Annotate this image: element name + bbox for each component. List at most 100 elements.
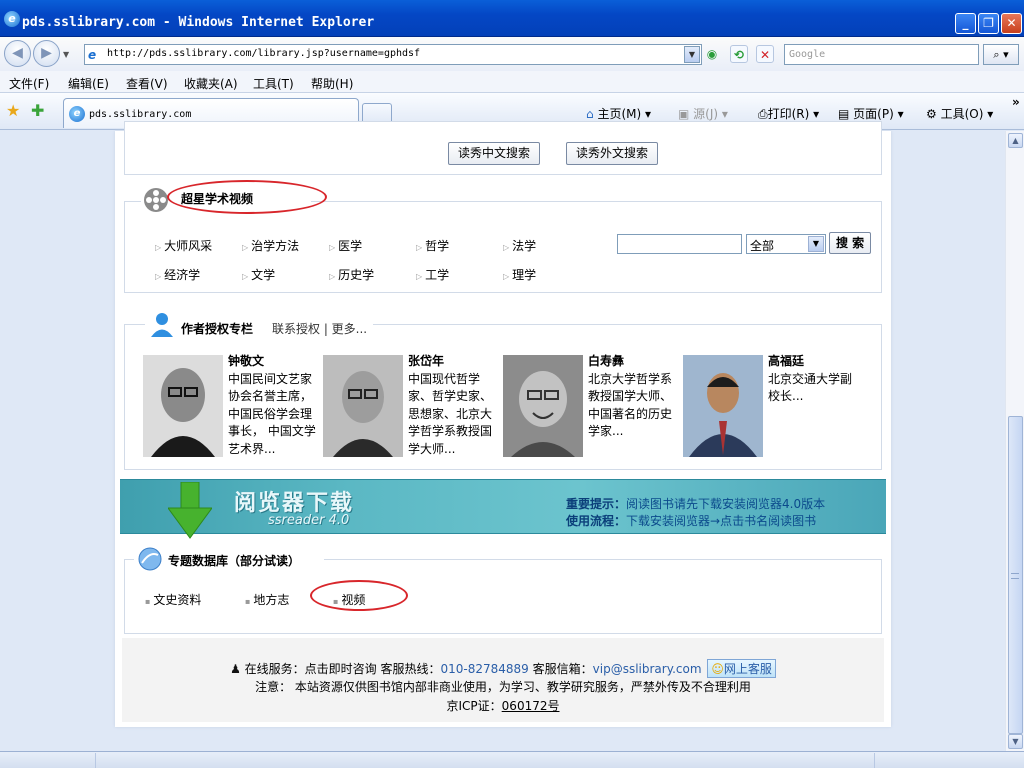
scroll-grip <box>1011 573 1019 579</box>
author-desc: 中国民间文艺家协会名誉主席，中国民俗学会理事长， 中国文学艺术界... <box>228 371 316 456</box>
video-category-medicine[interactable]: ▷ 医学 <box>329 237 362 254</box>
author-photo-2[interactable] <box>323 355 403 457</box>
author-card-2[interactable]: 张岱年 中国现代哲学家、哲学史家、思想家、北京大学哲学系教授国学大师... <box>408 353 500 458</box>
print-button[interactable]: ⎙打印(R) ▾ <box>758 105 819 122</box>
author-photo-4[interactable] <box>683 355 763 457</box>
printer-icon: ⎙ <box>758 107 768 121</box>
add-favorite-icon[interactable]: ✚ <box>31 101 44 120</box>
reader-download-banner[interactable]: 阅览器下载 ssreader 4.0 重要提示：阅读图书请先下载安装阅览器4.0… <box>120 479 886 539</box>
author-desc: 北京交通大学副校长... <box>768 371 853 404</box>
tab-title: pds.sslibrary.com <box>89 109 192 120</box>
footer-service-line: ♟ 在线服务：点击即时咨询 客服热线：010-82784889 客服信箱：vip… <box>122 659 884 678</box>
minimize-button[interactable]: _ <box>955 13 976 34</box>
video-category-engineering[interactable]: ▷ 工学 <box>416 266 449 283</box>
address-url: http://pds.sslibrary.com/library.jsp?use… <box>107 48 421 59</box>
highlight-oval-video-link <box>310 580 408 611</box>
banner-tip: 重要提示：阅读图书请先下载安装阅览器4.0版本 <box>566 497 826 511</box>
menu-file[interactable]: 文件(F) <box>9 75 49 92</box>
video-category-masters[interactable]: ▷ 大师风采 <box>155 237 212 254</box>
compatibility-icon[interactable]: ◉ <box>703 45 721 63</box>
author-photo-3[interactable] <box>503 355 583 457</box>
video-category-methods[interactable]: ▷ 治学方法 <box>242 237 299 254</box>
favorites-star-icon[interactable]: ★ <box>6 101 20 120</box>
page-menu-icon: ▤ <box>838 107 850 121</box>
search-input[interactable]: Google <box>784 44 979 65</box>
banner-flow: 使用流程：下载安装阅览器→点击书名阅读图书 <box>566 514 817 528</box>
icp-link[interactable]: 060172号 <box>502 699 560 713</box>
page-icon: e <box>88 48 97 62</box>
ie-logo-icon: e <box>4 11 20 27</box>
menu-help[interactable]: 帮助(H) <box>311 75 353 92</box>
online-support-button[interactable]: ☺网上客服 <box>707 659 776 678</box>
author-card-1[interactable]: 钟敬文 中国民间文艺家协会名誉主席，中国民俗学会理事长， 中国文学艺术界... <box>228 353 320 458</box>
address-dropdown-icon[interactable]: ▼ <box>684 46 700 63</box>
footer-icp: 京ICP证：060172号 <box>446 699 560 713</box>
video-category-science[interactable]: ▷ 理学 <box>503 266 536 283</box>
smiley-icon: ☺ <box>711 662 724 676</box>
address-bar[interactable]: e http://pds.sslibrary.com/library.jsp?u… <box>84 44 702 65</box>
video-search-button[interactable]: 搜 索 <box>829 232 872 254</box>
special-db-local-chronicles[interactable]: ▪ 地方志 <box>245 591 289 608</box>
close-button[interactable]: ✕ <box>1001 13 1022 34</box>
video-category-philosophy[interactable]: ▷ 哲学 <box>416 237 449 254</box>
refresh-icon[interactable]: ⟲ <box>730 45 748 63</box>
video-category-select[interactable]: 全部 ▼ <box>746 234 826 254</box>
special-db-culture-history[interactable]: ▪ 文史资料 <box>145 591 201 608</box>
author-name: 张岱年 <box>408 354 445 368</box>
feeds-icon: ▣ <box>678 107 690 121</box>
search-section: 读秀中文搜索 读秀外文搜索 <box>124 121 882 175</box>
download-arrow-icon <box>168 482 212 539</box>
video-category-history[interactable]: ▷ 历史学 <box>329 266 374 283</box>
menu-tools[interactable]: 工具(T) <box>253 75 294 92</box>
vertical-scrollbar[interactable]: ▲ ▼ <box>1005 131 1024 751</box>
menu-view[interactable]: 查看(V) <box>126 75 168 92</box>
person-icon <box>151 313 173 337</box>
highlight-oval-video-heading <box>167 180 327 214</box>
duxiu-chinese-search-button[interactable]: 读秀中文搜索 <box>448 142 541 165</box>
scroll-down-icon[interactable]: ▼ <box>1008 734 1023 749</box>
more-commands-button[interactable]: » <box>1012 95 1020 109</box>
authors-contact-more-links[interactable]: 联系授权 | 更多... <box>272 320 367 337</box>
title-bar: e pds.sslibrary.com - Windows Internet E… <box>0 0 1024 37</box>
navigation-bar: ◀ ▶ ▼ e http://pds.sslibrary.com/library… <box>0 37 1024 71</box>
footer-email-link[interactable]: vip@sslibrary.com <box>593 662 702 676</box>
chevron-down-icon: ▼ <box>808 236 824 252</box>
search-button[interactable]: ⌕ ▾ <box>983 44 1019 65</box>
authors-heading: 作者授权专栏 <box>181 322 254 336</box>
author-desc: 北京大学哲学系教授国学大师、中国著名的历史学家... <box>588 371 673 439</box>
author-desc: 中国现代哲学家、哲学史家、思想家、北京大学哲学系教授国学大师... <box>408 371 493 456</box>
video-category-literature[interactable]: ▷ 文学 <box>242 266 275 283</box>
tools-button[interactable]: ⚙ 工具(O) ▾ <box>926 105 993 122</box>
stop-icon[interactable]: ✕ <box>756 45 774 63</box>
page-button[interactable]: ▤ 页面(P) ▾ <box>838 105 904 122</box>
history-dropdown-icon[interactable]: ▼ <box>63 50 69 59</box>
home-button[interactable]: ⌂ 主页(M) ▾ <box>586 105 651 122</box>
author-name: 钟敬文 <box>228 354 265 368</box>
special-database-heading: 专题数据库（部分试读） <box>168 554 301 568</box>
feeds-button[interactable]: ▣ 源(J) ▾ <box>678 105 728 122</box>
home-icon: ⌂ <box>586 107 594 121</box>
menu-favorites[interactable]: 收藏夹(A) <box>184 75 238 92</box>
video-category-law[interactable]: ▷ 法学 <box>503 237 536 254</box>
author-card-4[interactable]: 高福廷 北京交通大学副校长... <box>768 353 860 406</box>
menu-edit[interactable]: 编辑(E) <box>68 75 109 92</box>
footer: ♟ 在线服务：点击即时咨询 客服热线：010-82784889 客服信箱：vip… <box>122 638 884 722</box>
banner-subtitle: ssreader 4.0 <box>268 513 350 528</box>
author-photo-1[interactable] <box>143 355 223 457</box>
author-card-3[interactable]: 白寿彝 北京大学哲学系教授国学大师、中国著名的历史学家... <box>588 353 680 441</box>
video-search-input[interactable] <box>617 234 742 254</box>
duxiu-foreign-search-button[interactable]: 读秀外文搜索 <box>566 142 659 165</box>
footer-phone: 010-82784889 <box>440 662 529 676</box>
menu-bar: 文件(F) 编辑(E) 查看(V) 收藏夹(A) 工具(T) 帮助(H) <box>0 71 1024 93</box>
gear-icon: ⚙ <box>926 107 937 121</box>
back-button[interactable]: ◀ <box>4 40 31 67</box>
video-category-economics[interactable]: ▷ 经济学 <box>155 266 200 283</box>
globe-icon <box>138 547 162 571</box>
forward-button[interactable]: ▶ <box>33 40 60 67</box>
window-title: pds.sslibrary.com - Windows Internet Exp… <box>22 15 375 30</box>
footer-notice: 注意： 本站资源仅供图书馆内部非商业使用，为学习、教学研究服务，严禁外传及不合理… <box>255 680 751 694</box>
tab-ie-icon: e <box>69 106 85 122</box>
restore-button[interactable]: ❐ <box>978 13 999 34</box>
status-bar <box>0 751 1024 768</box>
scroll-up-icon[interactable]: ▲ <box>1008 133 1023 148</box>
